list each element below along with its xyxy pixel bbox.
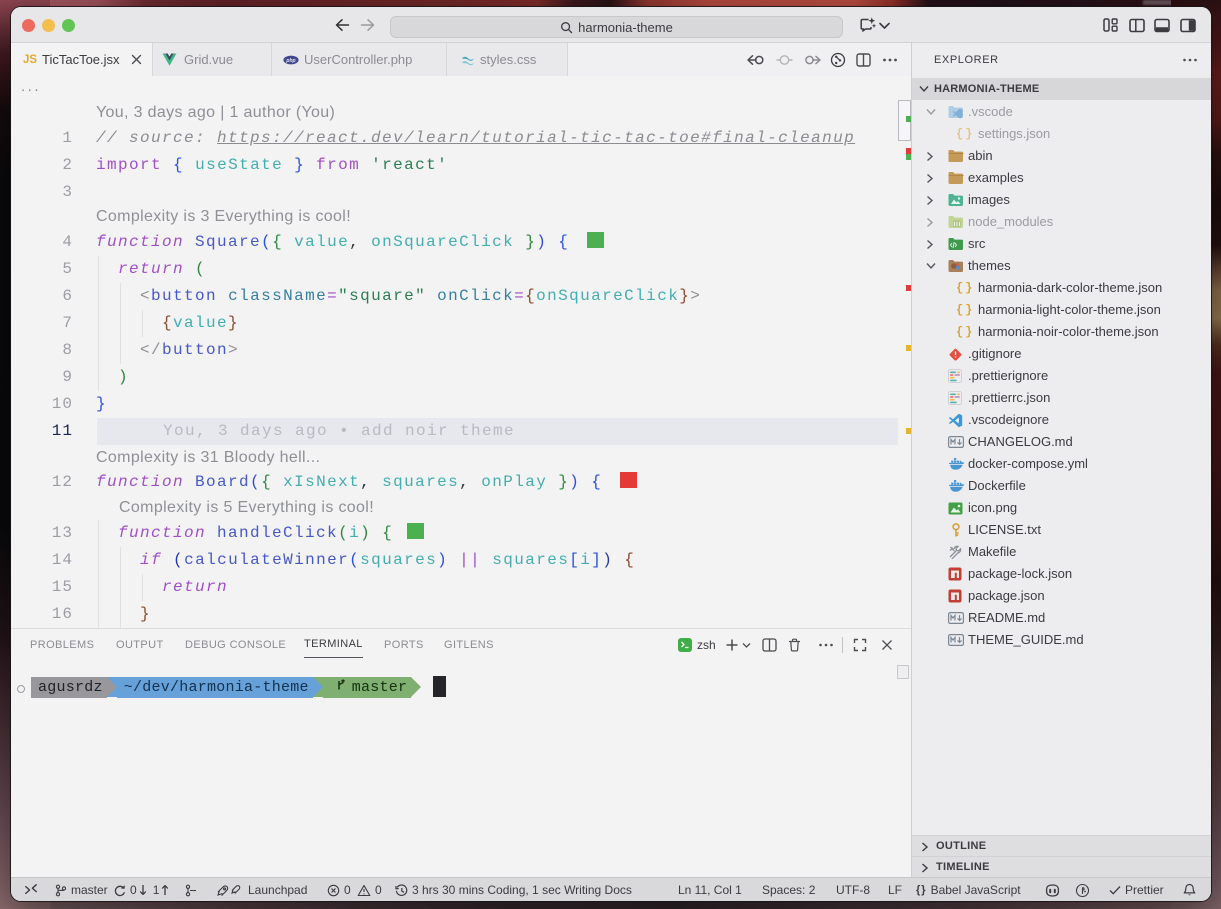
svg-text:php: php — [285, 57, 295, 63]
